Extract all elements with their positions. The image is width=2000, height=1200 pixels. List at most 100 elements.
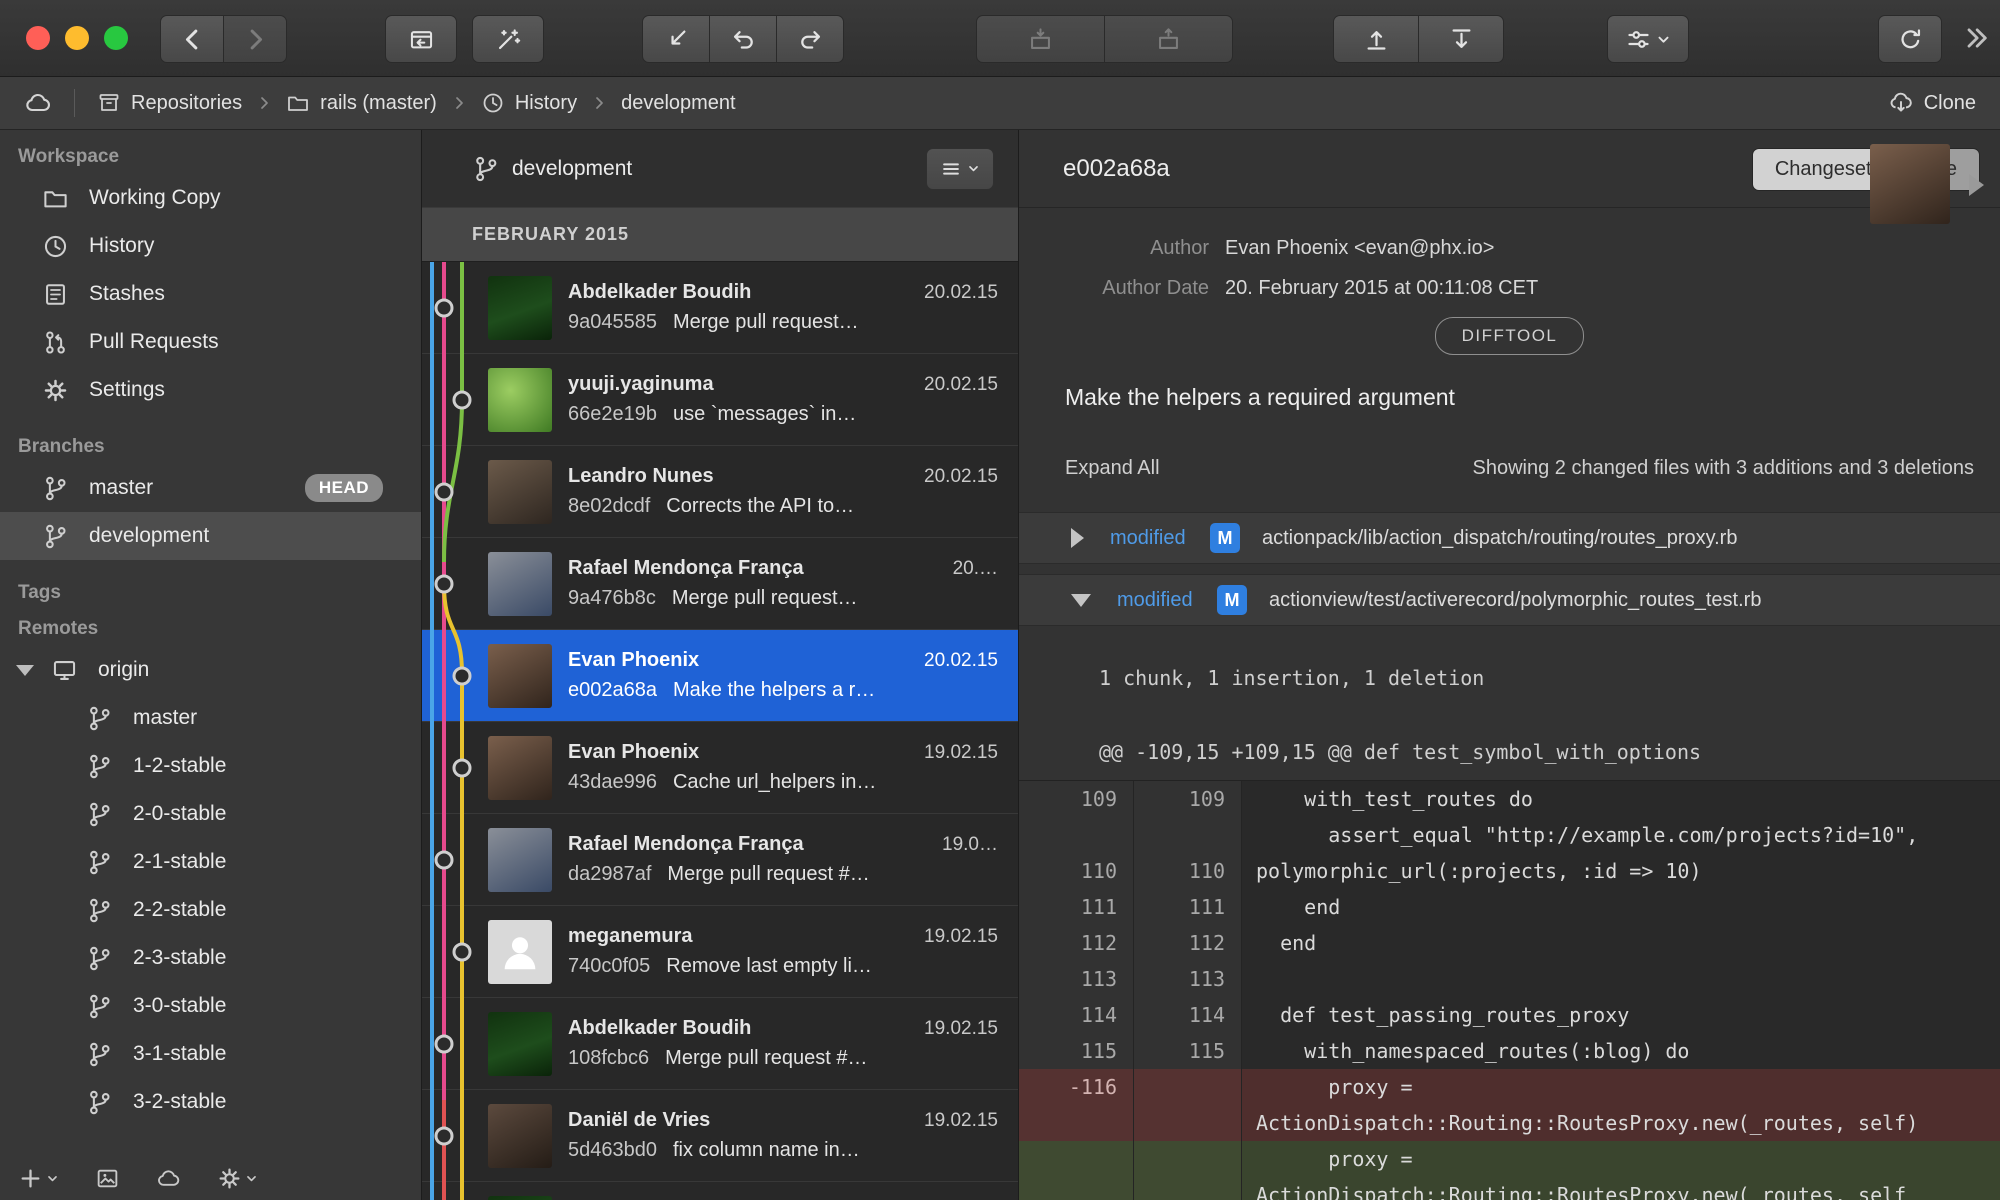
repo-icon: [97, 91, 121, 115]
avatar-disclosure-icon[interactable]: [1969, 174, 1984, 196]
gear-icon: [42, 377, 69, 404]
branch-label: 3-1-stable: [133, 1042, 227, 1065]
diff-line: 110 110 polymorphic_url(:projects, :id => …: [1019, 853, 2000, 889]
unstash-button[interactable]: [1104, 15, 1233, 63]
commit-row[interactable]: yuuji.yaginuma 20.02.15 66e2e19b use `mess…: [422, 354, 1018, 446]
add-button[interactable]: [18, 1166, 59, 1191]
commit-sha: 43dae996: [568, 771, 657, 793]
commit-row[interactable]: Evan Phoenix 19.02.15 43dae996 Cache url_h…: [422, 722, 1018, 814]
changes-summary: Showing 2 changed files with 3 additions…: [1472, 456, 1974, 479]
commit-row[interactable]: Abdelkader Boudih 20.02.15 9a045585 Merge …: [422, 262, 1018, 354]
commit-date: 19.02.15: [924, 1110, 998, 1131]
disclosure-down-icon[interactable]: [16, 664, 34, 676]
breadcrumb-branch[interactable]: development: [621, 92, 736, 115]
breadcrumb-history[interactable]: History: [481, 91, 577, 115]
settings-button[interactable]: [217, 1166, 258, 1191]
commit-author: Rafael Mendonça França: [568, 557, 804, 579]
sidebar-remote-branch-3-2-stable[interactable]: 3-2-stable: [0, 1078, 421, 1126]
code-text: end: [1242, 889, 2000, 925]
commit-row[interactable]: Rafael Mendonça França 19.0… da2987af Merg…: [422, 814, 1018, 906]
author-avatar: [1870, 144, 1950, 224]
forward-button[interactable]: [223, 15, 287, 63]
remote-label: origin: [98, 658, 150, 681]
settings-dropdown-button[interactable]: [1607, 15, 1689, 63]
reapply-button[interactable]: [776, 15, 844, 63]
push-button[interactable]: [1333, 15, 1419, 63]
wand-button[interactable]: [472, 15, 544, 63]
list-view-dropdown[interactable]: [926, 147, 994, 190]
pull-button[interactable]: [1418, 15, 1504, 63]
sidebar-item-settings[interactable]: Settings: [0, 366, 421, 414]
folder-icon: [286, 91, 310, 115]
sidebar-item-stashes[interactable]: Stashes: [0, 270, 421, 318]
sidebar-branch-development[interactable]: development: [0, 512, 421, 560]
branch-label: 2-1-stable: [133, 850, 227, 873]
commit-row[interactable]: Rafael Mendonça França 20.… 9a476b8c Merge…: [422, 538, 1018, 630]
nav-group: [160, 15, 287, 63]
sidebar-item-history[interactable]: History: [0, 222, 421, 270]
sidebar-remote-branch-2-0-stable[interactable]: 2-0-stable: [0, 790, 421, 838]
person-icon: [497, 929, 543, 975]
sidebar-remote-branch-2-1-stable[interactable]: 2-1-stable: [0, 838, 421, 886]
commit-row[interactable]: Daniël de Vries 19.02.15 5d463bd0 fix colu…: [422, 1090, 1018, 1182]
disclosure-down-icon[interactable]: [1071, 593, 1091, 607]
sidebar-remote-branch-3-0-stable[interactable]: 3-0-stable: [0, 982, 421, 1030]
commit-message: use `messages` in…: [672, 403, 857, 425]
sidebar-remote-branch-2-2-stable[interactable]: 2-2-stable: [0, 886, 421, 934]
zoom-window-button[interactable]: [104, 26, 128, 50]
branch-icon: [42, 475, 69, 502]
reset-button[interactable]: [709, 15, 777, 63]
close-window-button[interactable]: [26, 26, 50, 50]
sidebar-item-working-copy[interactable]: Working Copy: [0, 174, 421, 222]
sidebar-branch-master[interactable]: master HEAD: [0, 464, 421, 512]
difftool-button[interactable]: DIFFTOOL: [1434, 317, 1585, 355]
sidebar-section-remotes[interactable]: Remotes: [0, 610, 421, 646]
back-button[interactable]: [160, 15, 224, 63]
push-arrow-icon: [1363, 26, 1390, 53]
toolbar-overflow-button[interactable]: [1962, 24, 1990, 52]
commit-row[interactable]: Abdelkader Boudih19.02.15: [422, 1182, 1018, 1200]
file-row-collapsed[interactable]: modified M actionpack/lib/action_dispatc…: [1019, 512, 2000, 564]
files-toolbar: Expand All Showing 2 changed files with …: [1019, 450, 2000, 486]
sidebar-section-tags[interactable]: Tags: [0, 574, 421, 610]
code-text: end: [1242, 925, 2000, 961]
commit-message: Cache url_helpers in…: [672, 771, 877, 793]
commit-message: Merge pull request…: [671, 587, 858, 609]
commit-panel-icon: [408, 26, 435, 53]
breadcrumb-repo[interactable]: rails (master): [286, 91, 437, 115]
new-line-number: 110: [1134, 853, 1242, 889]
breadcrumb-repositories[interactable]: Repositories: [97, 91, 242, 115]
file-row-expanded[interactable]: modified M actionview/test/activerecord/…: [1019, 574, 2000, 626]
cloud-icon[interactable]: [24, 89, 52, 117]
sidebar-remote-branch-master[interactable]: master: [0, 694, 421, 742]
branch-label: 2-2-stable: [133, 898, 227, 921]
sidebar-remote-branch-1-2-stable[interactable]: 1-2-stable: [0, 742, 421, 790]
code-text: with_test_routes do: [1242, 781, 2000, 817]
expand-all-link[interactable]: Expand All: [1065, 457, 1160, 480]
old-line-number: 111: [1019, 889, 1134, 925]
sidebar-remote-branch-3-1-stable[interactable]: 3-1-stable: [0, 1030, 421, 1078]
commit-row[interactable]: Abdelkader Boudih 19.02.15 108fcbc6 Merge …: [422, 998, 1018, 1090]
disclosure-right-icon[interactable]: [1071, 528, 1084, 548]
commit-row-selected[interactable]: Evan Phoenix 20.02.15 e002a68a Make the he…: [422, 630, 1018, 722]
minimize-window-button[interactable]: [65, 26, 89, 50]
sidebar-remote-origin[interactable]: origin: [0, 646, 421, 694]
old-line-number: [1019, 1177, 1134, 1200]
sidebar-remote-branch-2-3-stable[interactable]: 2-3-stable: [0, 934, 421, 982]
checkout-button[interactable]: [642, 15, 710, 63]
chevron-down-icon: [967, 162, 980, 175]
commit-author: meganemura: [568, 925, 693, 947]
commit-row[interactable]: meganemura 19.02.15 740c0f05 Remove last e…: [422, 906, 1018, 998]
remote-cloud-button[interactable]: [156, 1166, 181, 1191]
stash-button[interactable]: [976, 15, 1105, 63]
commit-row[interactable]: Leandro Nunes 20.02.15 8e02dcdf Corrects t…: [422, 446, 1018, 538]
sidebar-item-pull-requests[interactable]: Pull Requests: [0, 318, 421, 366]
code-text: with_namespaced_routes(:blog) do: [1242, 1033, 2000, 1069]
snapshot-button[interactable]: [95, 1166, 120, 1191]
diff-line: 111 111 end: [1019, 889, 2000, 925]
avatar: [488, 1195, 552, 1200]
commit-button[interactable]: [385, 15, 457, 63]
refresh-button[interactable]: [1878, 15, 1942, 63]
undo-arrow-icon: [730, 26, 757, 53]
clone-button[interactable]: Clone: [1888, 90, 1976, 116]
